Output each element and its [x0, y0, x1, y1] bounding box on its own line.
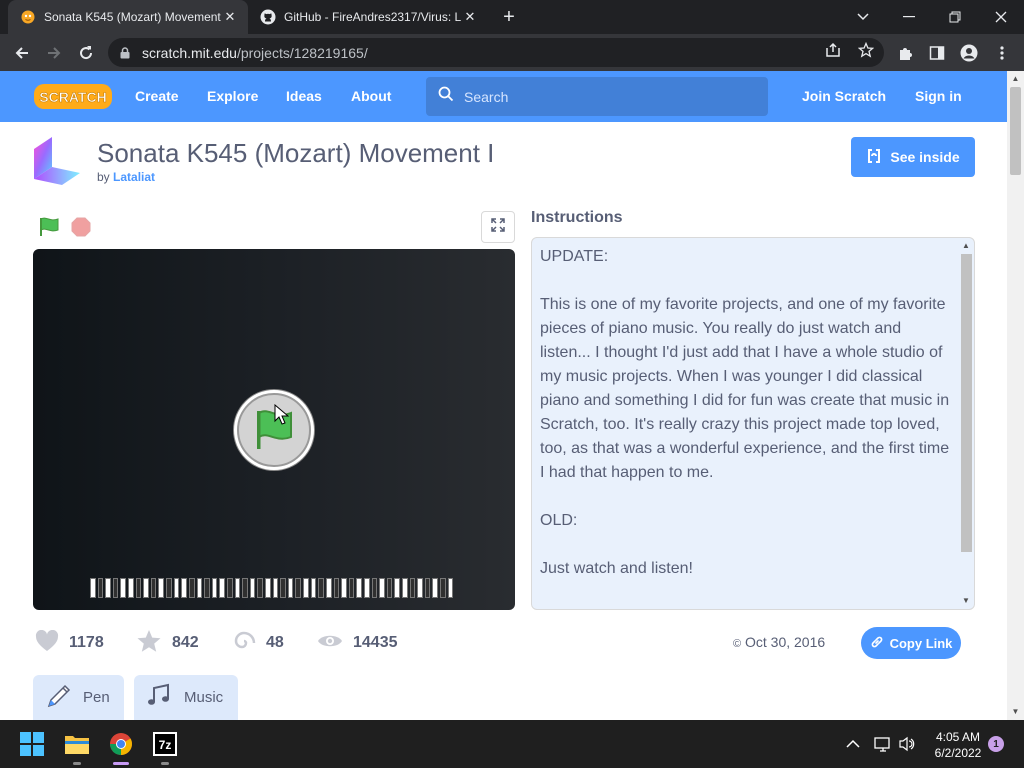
- tab-github[interactable]: GitHub - FireAndres2317/Virus: L ✕: [250, 0, 488, 34]
- new-tab-icon[interactable]: +: [498, 6, 520, 28]
- scroll-down-icon[interactable]: ▼: [962, 596, 970, 605]
- volume-icon[interactable]: [898, 720, 916, 768]
- chrome-icon[interactable]: [105, 728, 137, 760]
- search-bar[interactable]: [426, 77, 768, 116]
- start-flag-button[interactable]: [234, 390, 314, 470]
- back-arrow-icon[interactable]: [9, 40, 35, 66]
- scroll-up-icon[interactable]: ▲: [962, 241, 970, 250]
- music-note-icon: [146, 682, 174, 714]
- browser-toolbar: scratch.mit.edu/projects/128219165/: [0, 34, 1024, 71]
- star-icon: [136, 629, 162, 658]
- project-title: Sonata K545 (Mozart) Movement I: [97, 138, 495, 168]
- share-date: © Oct 30, 2016: [733, 634, 826, 650]
- instructions-scrollbar[interactable]: ▲ ▼: [958, 238, 974, 609]
- instructions-heading: Instructions: [531, 209, 623, 226]
- copy-link-button[interactable]: Copy Link: [861, 627, 961, 659]
- nav-create[interactable]: Create: [135, 71, 179, 122]
- profile-icon[interactable]: [956, 40, 982, 66]
- nav-about[interactable]: About: [351, 71, 391, 122]
- favorite-stat[interactable]: 842: [136, 629, 199, 657]
- extensions-puzzle-icon[interactable]: [893, 40, 919, 66]
- tab-title: Sonata K545 (Mozart) Movement I: [44, 10, 222, 24]
- notification-badge[interactable]: 1: [988, 736, 1004, 752]
- mouse-cursor-icon: [274, 403, 290, 426]
- minimize-icon[interactable]: [886, 0, 932, 34]
- tab-title: GitHub - FireAndres2317/Virus: L: [284, 10, 462, 24]
- scratch-logo[interactable]: SCRATCH: [34, 82, 112, 111]
- piano-keyboard: [90, 578, 455, 598]
- see-inside-icon: [866, 148, 882, 167]
- lock-icon[interactable]: [118, 46, 132, 60]
- tab-scratch-project[interactable]: Sonata K545 (Mozart) Movement I ✕: [8, 0, 248, 34]
- side-panel-icon[interactable]: [924, 40, 950, 66]
- author-link[interactable]: Lataliat: [113, 170, 155, 184]
- restore-icon[interactable]: [932, 0, 978, 34]
- see-inside-button[interactable]: See inside: [851, 137, 975, 177]
- nav-explore[interactable]: Explore: [207, 71, 258, 122]
- menu-kebab-icon[interactable]: [989, 40, 1015, 66]
- tab-close-icon[interactable]: ✕: [462, 9, 478, 25]
- 7zip-icon[interactable]: 7z: [149, 728, 181, 760]
- extension-chip-pen: Pen: [33, 675, 124, 720]
- remix-spiral-icon: [232, 629, 256, 658]
- views-stat: 14435: [317, 629, 398, 657]
- forward-arrow-icon[interactable]: [41, 40, 67, 66]
- join-scratch-link[interactable]: Join Scratch: [802, 71, 886, 122]
- github-icon: [260, 9, 276, 25]
- love-stat[interactable]: 1178: [35, 629, 104, 657]
- scroll-down-icon[interactable]: ▼: [1011, 707, 1020, 716]
- browser-tab-strip: Sonata K545 (Mozart) Movement I ✕ GitHub…: [0, 0, 1024, 34]
- project-thumbnail[interactable]: [32, 137, 82, 185]
- network-icon[interactable]: [874, 720, 892, 768]
- bookmark-star-icon[interactable]: [857, 41, 875, 59]
- tray-chevron-icon[interactable]: [846, 720, 860, 768]
- green-flag-icon[interactable]: [38, 217, 60, 237]
- tab-close-icon[interactable]: ✕: [222, 9, 238, 25]
- reload-icon[interactable]: [73, 40, 99, 66]
- url-text: scratch.mit.edu/projects/128219165/: [142, 44, 368, 61]
- scrollbar-thumb[interactable]: [961, 254, 972, 552]
- system-clock[interactable]: 4:05 AM 6/2/2022: [928, 729, 988, 761]
- eye-icon: [317, 632, 343, 655]
- stop-sign-icon[interactable]: [71, 217, 91, 237]
- project-author-line: by Lataliat: [97, 170, 156, 184]
- heart-icon: [35, 629, 59, 657]
- scroll-up-icon[interactable]: ▲: [1011, 74, 1020, 83]
- address-bar[interactable]: scratch.mit.edu/projects/128219165/: [108, 38, 884, 67]
- svg-text:7z: 7z: [159, 738, 172, 752]
- sign-in-link[interactable]: Sign in: [915, 71, 962, 122]
- instructions-text: UPDATE: This is one of my favorite proje…: [540, 248, 950, 577]
- copyright-icon: ©: [733, 638, 742, 650]
- fullscreen-button[interactable]: [481, 211, 515, 243]
- fullscreen-icon: [491, 217, 505, 237]
- windows-taskbar: 7z 4:05 AM 6/2/2022: [0, 720, 1024, 768]
- close-window-icon[interactable]: [978, 0, 1024, 34]
- tab-search-icon[interactable]: [840, 0, 886, 34]
- instructions-panel[interactable]: UPDATE: This is one of my favorite proje…: [531, 237, 975, 610]
- scratch-cat-icon: [20, 9, 36, 25]
- remix-stat: 48: [232, 629, 284, 657]
- link-icon: [870, 635, 884, 652]
- svg-text:SCRATCH: SCRATCH: [39, 89, 106, 105]
- file-explorer-icon[interactable]: [61, 728, 93, 760]
- pen-icon: [45, 682, 73, 714]
- extension-chip-music: Music: [134, 675, 238, 720]
- start-icon[interactable]: [16, 728, 48, 760]
- search-input[interactable]: [464, 88, 744, 105]
- scrollbar-thumb[interactable]: [1010, 87, 1021, 175]
- nav-ideas[interactable]: Ideas: [286, 71, 322, 122]
- page-scrollbar[interactable]: ▲ ▼: [1007, 71, 1024, 720]
- share-icon[interactable]: [824, 41, 842, 59]
- scratch-navbar: SCRATCH Create Explore Ideas About Join …: [0, 71, 1007, 122]
- search-icon: [438, 86, 454, 107]
- project-stage[interactable]: [33, 249, 515, 610]
